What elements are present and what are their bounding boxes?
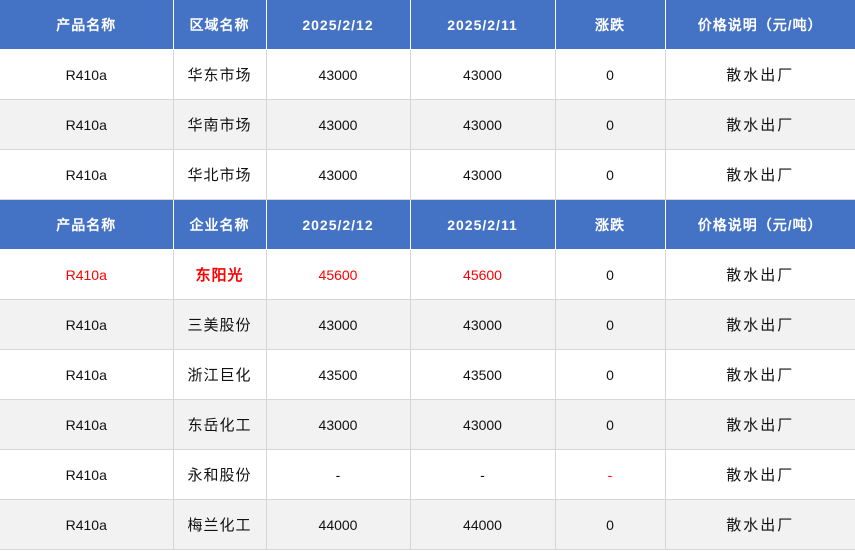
price-previous-cell: 45600 [410, 249, 556, 300]
price-current-cell: 44000 [266, 499, 411, 550]
header-price-note: 价格说明（元/吨） [665, 199, 855, 250]
change-cell: 0 [555, 249, 666, 300]
company-cell: 东阳光 [173, 249, 267, 300]
price-previous-cell: - [410, 449, 556, 500]
table-row-highlighted: R410a 东阳光 45600 45600 0 散水出厂 [0, 249, 855, 300]
price-table: 产品名称 区域名称 2025/2/12 2025/2/11 涨跌 价格说明（元/… [0, 0, 855, 550]
product-cell: R410a [0, 349, 174, 400]
table-row: R410a 浙江巨化 43500 43500 0 散水出厂 [0, 349, 855, 400]
header-region-name: 区域名称 [173, 0, 267, 50]
table-row: R410a 华北市场 43000 43000 0 散水出厂 [0, 149, 855, 200]
company-cell: 东岳化工 [173, 399, 267, 450]
price-note-cell: 散水出厂 [665, 49, 855, 100]
company-cell: 浙江巨化 [173, 349, 267, 400]
table-row: R410a 东岳化工 43000 43000 0 散水出厂 [0, 399, 855, 450]
price-current-cell: 43500 [266, 349, 411, 400]
header-change: 涨跌 [555, 199, 666, 250]
price-note-cell: 散水出厂 [665, 449, 855, 500]
company-header-row: 产品名称 企业名称 2025/2/12 2025/2/11 涨跌 价格说明（元/… [0, 199, 855, 250]
company-cell: 三美股份 [173, 299, 267, 350]
header-date-current: 2025/2/12 [266, 0, 411, 50]
table-row: R410a 华南市场 43000 43000 0 散水出厂 [0, 99, 855, 150]
price-previous-cell: 43000 [410, 99, 556, 150]
product-cell: R410a [0, 499, 174, 550]
header-date-previous: 2025/2/11 [410, 0, 556, 50]
price-previous-cell: 43000 [410, 149, 556, 200]
price-note-cell: 散水出厂 [665, 499, 855, 550]
price-note-cell: 散水出厂 [665, 399, 855, 450]
table-row: R410a 华东市场 43000 43000 0 散水出厂 [0, 49, 855, 100]
change-cell: 0 [555, 49, 666, 100]
change-cell: 0 [555, 399, 666, 450]
price-previous-cell: 43000 [410, 299, 556, 350]
region-cell: 华北市场 [173, 149, 267, 200]
price-previous-cell: 43500 [410, 349, 556, 400]
price-note-cell: 散水出厂 [665, 99, 855, 150]
price-current-cell: 43000 [266, 99, 411, 150]
price-current-cell: 43000 [266, 299, 411, 350]
table-row: R410a 梅兰化工 44000 44000 0 散水出厂 [0, 499, 855, 550]
price-previous-cell: 43000 [410, 49, 556, 100]
region-cell: 华南市场 [173, 99, 267, 150]
product-cell: R410a [0, 399, 174, 450]
change-cell: 0 [555, 99, 666, 150]
price-note-cell: 散水出厂 [665, 349, 855, 400]
product-cell: R410a [0, 149, 174, 200]
company-cell: 梅兰化工 [173, 499, 267, 550]
header-product-name: 产品名称 [0, 0, 174, 50]
region-cell: 华东市场 [173, 49, 267, 100]
header-date-previous: 2025/2/11 [410, 199, 556, 250]
product-cell: R410a [0, 299, 174, 350]
price-note-cell: 散水出厂 [665, 299, 855, 350]
change-cell: 0 [555, 299, 666, 350]
price-previous-cell: 44000 [410, 499, 556, 550]
header-price-note: 价格说明（元/吨） [665, 0, 855, 50]
product-cell: R410a [0, 249, 174, 300]
header-product-name: 产品名称 [0, 199, 174, 250]
price-note-cell: 散水出厂 [665, 149, 855, 200]
price-previous-cell: 43000 [410, 399, 556, 450]
change-cell: - [555, 449, 666, 500]
header-date-current: 2025/2/12 [266, 199, 411, 250]
price-current-cell: 43000 [266, 399, 411, 450]
price-note-cell: 散水出厂 [665, 249, 855, 300]
price-current-cell: 43000 [266, 49, 411, 100]
price-current-cell: - [266, 449, 411, 500]
product-cell: R410a [0, 449, 174, 500]
table-row: R410a 永和股份 - - - 散水出厂 [0, 449, 855, 500]
price-current-cell: 45600 [266, 249, 411, 300]
change-cell: 0 [555, 149, 666, 200]
price-current-cell: 43000 [266, 149, 411, 200]
change-cell: 0 [555, 499, 666, 550]
region-header-row: 产品名称 区域名称 2025/2/12 2025/2/11 涨跌 价格说明（元/… [0, 0, 855, 50]
table-row: R410a 三美股份 43000 43000 0 散水出厂 [0, 299, 855, 350]
company-cell: 永和股份 [173, 449, 267, 500]
product-cell: R410a [0, 99, 174, 150]
header-change: 涨跌 [555, 0, 666, 50]
product-cell: R410a [0, 49, 174, 100]
change-cell: 0 [555, 349, 666, 400]
header-company-name: 企业名称 [173, 199, 267, 250]
